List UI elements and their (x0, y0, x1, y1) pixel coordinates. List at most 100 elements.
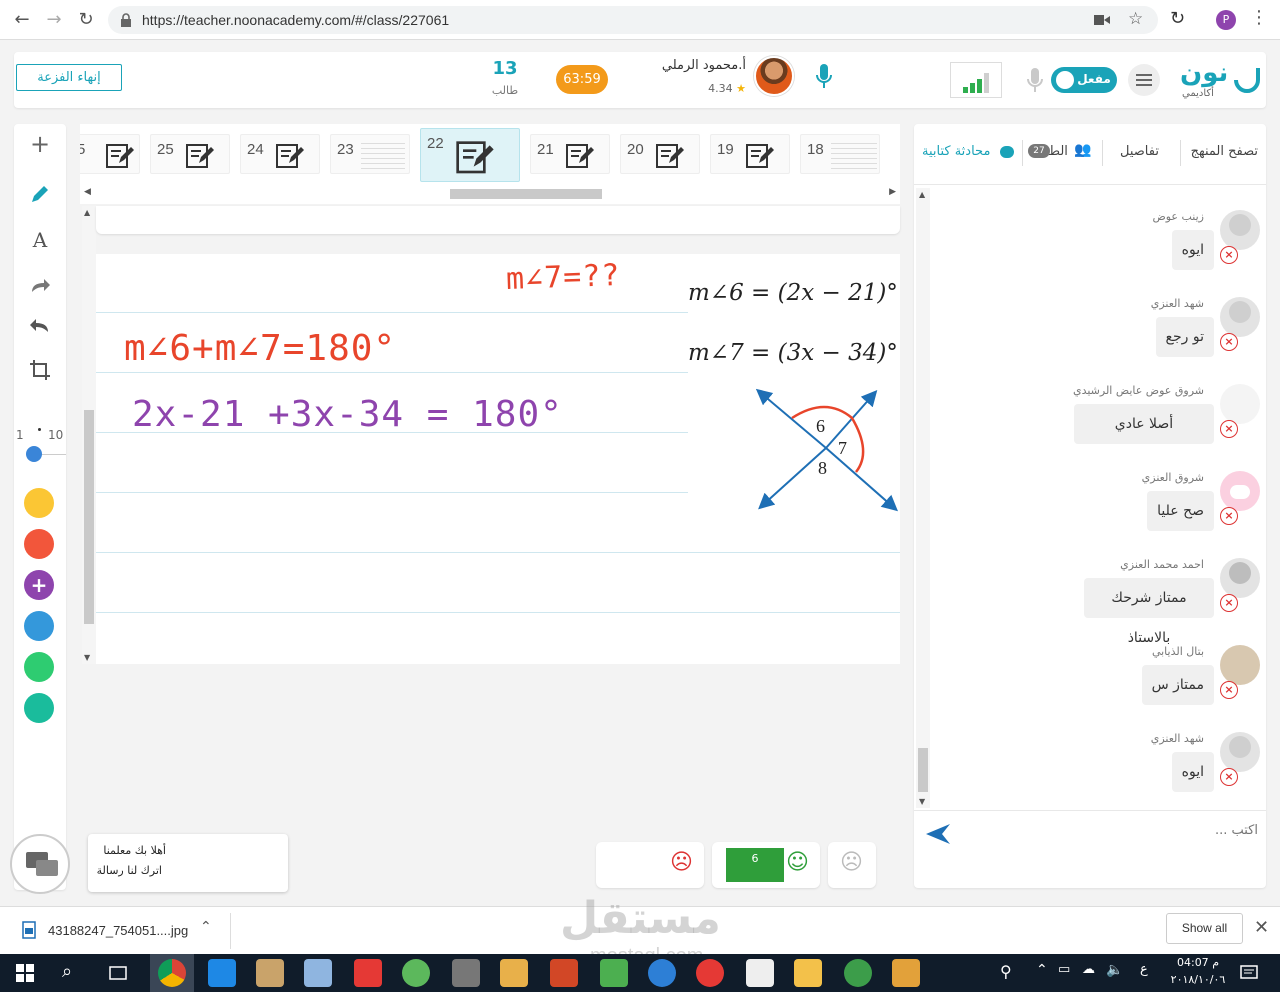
scroll-up-arrow-icon[interactable]: ▲ (84, 208, 90, 217)
reaction-toggle-button[interactable]: ☹ (828, 842, 876, 888)
show-all-button[interactable]: Show all (1166, 913, 1243, 944)
palette-app-icon[interactable] (500, 959, 528, 987)
forward-arrow-icon[interactable]: → (42, 8, 66, 32)
photos-icon[interactable] (746, 959, 774, 987)
input-language[interactable]: ع (1140, 962, 1148, 977)
profile-avatar[interactable]: P (1216, 10, 1236, 30)
redo-icon[interactable] (28, 274, 52, 298)
color-swatch-purple-selected[interactable]: + (24, 570, 54, 600)
pen-icon[interactable] (28, 182, 52, 206)
volume-icon[interactable]: 🔈 (1106, 962, 1123, 978)
delete-message-icon[interactable]: × (1220, 420, 1238, 438)
slide-thumb[interactable]: 19 (710, 134, 790, 174)
slide-thumb[interactable]: 20 (620, 134, 700, 174)
video-camera-icon[interactable] (1094, 14, 1110, 26)
opera-icon[interactable] (696, 959, 724, 987)
back-arrow-icon[interactable]: ← (10, 8, 34, 32)
people-icon[interactable]: ⚲ (1000, 962, 1012, 981)
star-icon[interactable]: ☆ (1128, 9, 1143, 29)
chrome-icon[interactable] (158, 959, 186, 987)
slide-thumb[interactable]: 23 (330, 134, 410, 174)
tab-written-chat[interactable]: محادثة كتابية (922, 144, 990, 159)
scroll-down-arrow-icon[interactable]: ▼ (84, 653, 90, 662)
slides-horizontal-scrollbar[interactable]: ◀ ▶ (84, 186, 896, 202)
color-swatch-red[interactable] (24, 529, 54, 559)
end-session-button[interactable]: إنهاء الفزعة (16, 64, 122, 91)
slide-thumb-active[interactable]: 22 (420, 128, 520, 182)
tab-curriculum[interactable]: تصفح المنهج (1191, 144, 1258, 159)
download-file-name[interactable]: 43188247_754051....jpg (48, 923, 188, 938)
extension-icon[interactable]: ↻ (1170, 8, 1185, 29)
lock-icon (121, 13, 131, 27)
task-view-icon[interactable] (108, 964, 128, 982)
search-icon[interactable]: ⌕ (62, 961, 72, 982)
globe-app-icon[interactable] (844, 959, 872, 987)
whiteboard-canvas[interactable]: m∠6 = (2x − 21)° m∠7 = (3x − 34)° 6 7 8 … (96, 254, 900, 664)
clock-time[interactable]: 04:07 م (1166, 956, 1230, 969)
folder-icon[interactable] (794, 959, 822, 987)
kebab-menu-icon[interactable]: ⋮ (1250, 7, 1268, 28)
slide-thumb[interactable]: 25 (150, 134, 230, 174)
green-app-icon[interactable] (402, 959, 430, 987)
scroll-up-arrow-icon[interactable]: ▲ (919, 190, 925, 199)
microphone-icon[interactable] (814, 62, 834, 92)
support-chat-button[interactable] (10, 834, 70, 894)
address-bar[interactable]: https://teacher.noonacademy.com/#/class/… (108, 6, 1158, 34)
scroll-left-arrow-icon[interactable]: ◀ (84, 187, 91, 197)
blue-app-icon[interactable] (648, 959, 676, 987)
board-vertical-scrollbar[interactable]: ▲ ▼ (82, 206, 96, 664)
clock-date[interactable]: ٢٠١٨/١٠/٠٦ (1166, 973, 1230, 986)
edge-icon[interactable] (208, 959, 236, 987)
scroll-down-arrow-icon[interactable]: ▼ (919, 797, 925, 806)
student-microphone-icon[interactable] (1024, 66, 1046, 96)
size-slider-handle[interactable] (26, 446, 42, 462)
slide-thumb[interactable]: 18 (800, 134, 880, 174)
color-swatch-blue[interactable] (24, 611, 54, 641)
scroll-right-arrow-icon[interactable]: ▶ (889, 187, 896, 197)
onedrive-icon[interactable]: ☁ (1082, 962, 1095, 977)
powerpoint-icon[interactable] (550, 959, 578, 987)
color-swatch-green[interactable] (24, 652, 54, 682)
enabled-toggle[interactable]: مفعل (1051, 67, 1117, 93)
delete-message-icon[interactable]: × (1220, 246, 1238, 264)
network-icon[interactable]: ▭ (1058, 962, 1070, 977)
tab-details[interactable]: تفاصيل (1120, 144, 1159, 159)
delete-message-icon[interactable]: × (1220, 681, 1238, 699)
add-icon[interactable]: + (28, 132, 52, 156)
windows-start-icon[interactable] (16, 964, 34, 982)
color-swatch-teal[interactable] (24, 693, 54, 723)
delete-message-icon[interactable]: × (1220, 768, 1238, 786)
delete-message-icon[interactable]: × (1220, 333, 1238, 351)
hamburger-menu-button[interactable] (1128, 64, 1160, 96)
slide-thumb[interactable]: 21 (530, 134, 610, 174)
media-app-icon[interactable] (892, 959, 920, 987)
chat-input[interactable] (954, 814, 1258, 846)
chevron-up-icon[interactable]: ⌃ (1036, 962, 1048, 978)
send-arrow-icon[interactable] (926, 824, 950, 844)
crop-icon[interactable] (28, 358, 52, 382)
text-tool-icon[interactable]: A (28, 228, 52, 252)
paint-app-icon[interactable] (256, 959, 284, 987)
microphone-app-icon[interactable] (452, 959, 480, 987)
chevron-up-icon[interactable]: ⌃ (200, 919, 212, 935)
close-icon[interactable]: ✕ (1254, 917, 1269, 938)
notifications-icon[interactable] (1240, 964, 1258, 982)
acrobat-icon[interactable] (354, 959, 382, 987)
scrollbar-thumb[interactable] (84, 410, 94, 624)
scrollbar-thumb[interactable] (918, 748, 928, 792)
color-swatch-yellow[interactable] (24, 488, 54, 518)
tab-students[interactable]: الط (1048, 144, 1068, 159)
star-filled-icon: ★ (736, 82, 746, 95)
note-edit-icon (746, 144, 774, 168)
explorer-app-icon[interactable] (304, 959, 332, 987)
chat-scrollbar[interactable]: ▲ ▼ (916, 188, 930, 808)
undo-icon[interactable] (28, 314, 52, 338)
scrollbar-thumb[interactable] (450, 189, 602, 199)
delete-message-icon[interactable]: × (1220, 507, 1238, 525)
slide-thumb[interactable]: 5 (80, 134, 140, 174)
camtasia-icon[interactable] (600, 959, 628, 987)
slide-number: 5 (80, 141, 86, 158)
reload-icon[interactable]: ↻ (74, 8, 98, 32)
delete-message-icon[interactable]: × (1220, 594, 1238, 612)
slide-thumb[interactable]: 24 (240, 134, 320, 174)
